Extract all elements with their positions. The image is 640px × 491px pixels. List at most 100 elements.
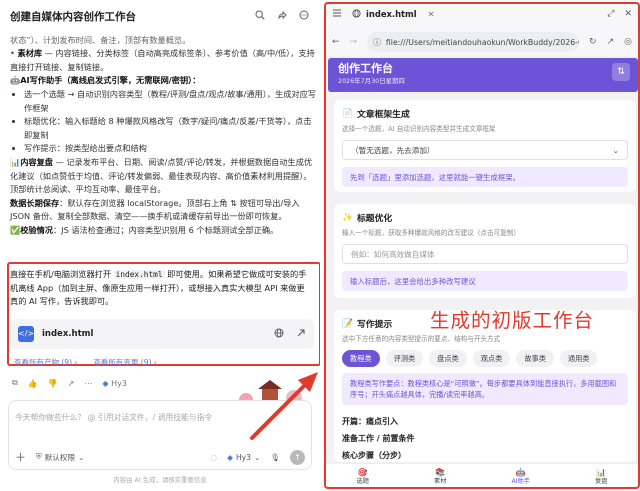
outline-item: 准备工作 / 前置条件 [342,434,415,443]
ai-heading-text: AI写作助手（离线启发式引擎，无需联网/密钥）： [20,75,201,86]
add-icon[interactable]: ＋ [15,449,26,465]
bottom-nav: 🎯 选题 📚 素材 🤖 AI助手 📊 复盘 [324,463,640,489]
message-actions: ⧉ 👍 👎 ↗ ⋯ ◆ Hy3 [12,378,127,388]
ai-bullets: 选一个选题 → 自动识别内容类型（教程/评测/盘点/观点/故事/通用），生成对应… [24,88,316,156]
list-item: 写作提示：按类型给出要点和结构 [24,142,316,156]
writing-outline: 开篇：痛点引入 准备工作 / 前置条件 核心步骤（分步） [342,413,628,462]
robot-icon: 🤖 [515,467,526,477]
model-selector[interactable]: ◆ Hy3 ⌄ [227,453,260,462]
sparkle-icon: ✨ [342,212,353,223]
copy-icon[interactable]: ⧉ [12,378,18,388]
chip-roundup[interactable]: 盘点类 [429,350,467,367]
material-line: • 素材库 — 内容链接、分类标签（自动高亮成标签条）、参考价值（高/中/低），… [10,48,315,72]
import-export-button[interactable]: ⇅ [612,63,630,81]
nav-review[interactable]: 📊 复盘 [595,468,607,486]
nav-label: 素材 [434,477,447,485]
nav-label: AI助手 [511,477,530,485]
outline-item: 开篇：痛点引入 [342,417,398,426]
expand-icon[interactable]: ⤢ [607,9,614,19]
nav-ai-assistant[interactable]: 🤖 AI助手 [512,468,530,486]
share-icon[interactable]: ↗ [607,37,615,47]
check-icon: ✅ [10,224,21,235]
app-title: 创作工作台 [338,62,393,75]
url-field[interactable]: ⓘ file:///Users/meitiandouhaokun/WorkBud… [367,32,580,52]
app-header: 创作工作台 2026年7月30日星期四 ⇅ [328,58,638,92]
tab-title: index.html [366,9,417,19]
nav-label: 选题 [356,477,369,485]
framework-desc: 选择一个选题，AI 自动识别内容类型并生成文章框架 [342,125,496,133]
browser-tabbar: index.html ✕ ⤢ ✕ [324,0,640,28]
robot-icon: 🤖 [10,75,21,86]
chat-titlebar: 创建自媒体内容创作工作台 [0,0,320,32]
thumbs-up-icon[interactable]: 👍 [28,379,38,388]
share-icon[interactable] [276,10,288,23]
thumbs-down-icon[interactable]: 👎 [48,379,58,388]
sidebar-toggle-icon[interactable] [332,8,342,20]
app-date: 2026年7月30日星期四 [338,77,405,85]
model-selector-label: Hy3 [235,452,251,462]
view-changes-link[interactable]: 查看所有变更 (9) › [93,357,156,368]
model-name: Hy3 [111,378,127,388]
title-opt-tip: 输入标题后，这里会给出多种改写建议 [342,271,628,291]
chat-input[interactable]: 今天帮你做些什么？ @ 引用对话文件，/ 调用技能与指令 [15,412,212,423]
artifact-links: 查看所有产物 (9) › 查看所有变更 (9) › [14,357,157,368]
books-icon: 📚 [435,467,446,477]
review-label: 内容复盘 [20,156,53,167]
ai-heading: 🤖AI写作助手（离线启发式引擎，无需联网/密钥）： [10,74,316,88]
chip-story[interactable]: 故事类 [516,350,554,367]
model-icon: ◆ [102,378,109,388]
nav-materials[interactable]: 📚 素材 [434,468,446,486]
framework-title: 文章框架生成 [356,110,410,120]
framework-tip: 先到「选题」里添加选题，这里就能一键生成框架。 [342,167,628,187]
list-item: 选一个选题 → 自动识别内容类型（教程/评测/盘点/观点/故事/通用），生成对应… [24,88,316,115]
annotation-label: 生成的初版工作台 [430,309,595,332]
framework-card: 📄 文章框架生成 选择一个选题，AI 自动识别内容类型并生成文章框架 （暂无选题，… [334,100,636,192]
forward-icon[interactable]: → [350,37,358,47]
chip-tutorial[interactable]: 教程类 [342,350,380,367]
verify-text: ：JS 语法检查通过；内容类型识别用 6 个标题测试全部正确。 [52,224,279,235]
globe-icon[interactable]: ◎ [624,37,632,47]
chip-opinion[interactable]: 观点类 [472,350,511,367]
more-icon[interactable] [298,10,310,23]
send-button[interactable]: ↑ [290,449,305,465]
writing-title: 写作提示 [356,320,393,330]
reload-icon[interactable]: ↻ [589,37,597,47]
close-icon[interactable]: ✕ [428,9,435,19]
chat-title: 创建自媒体内容创作工作台 [10,10,136,23]
browser-panel: index.html ✕ ⤢ ✕ ← → ⓘ file:///Users/mei… [324,0,640,491]
outline-item: 核心步骤（分步） [342,451,406,460]
permission-label: 默认权限 [44,452,76,462]
microphone-icon[interactable]: 🎙 [270,453,280,462]
search-icon[interactable] [254,9,266,23]
review-text: — 记录发布平台、日期、阅读/点赞/评论/转发，并根据数据自动生成优化建议（如点… [10,156,313,195]
model-icon: ◆ [227,452,233,462]
writing-tip: 教程类写作要点：教程类核心是“可照做”。每步都要具体到能直接执行，多用截图和序号… [342,373,628,405]
chart-icon: 📊 [596,467,607,477]
ai-disclaimer: 内容由 AI 生成，请核实重要信息 [113,476,207,484]
chip-review[interactable]: 评测类 [385,350,424,367]
chart-icon: 📊 [10,156,21,167]
content-type-chips: 教程类 评测类 盘点类 观点类 故事类 通用类 [342,350,628,367]
more-icon[interactable]: ⋯ [84,379,92,388]
material-label: 素材库 [17,48,43,59]
chevron-down-icon: ⌄ [78,452,85,462]
target-icon: 🎯 [357,467,368,477]
chip-general[interactable]: 通用类 [559,350,598,367]
browser-tab[interactable]: index.html ✕ [352,8,435,20]
address-bar: ← → ⓘ file:///Users/meitiandouhaokun/Wor… [324,28,640,56]
permission-selector[interactable]: ⛨ 默认权限 ⌄ [36,452,84,463]
model-badge: ◆ Hy3 [102,379,127,388]
title-input[interactable]: 例如：如何高效做自媒体 [342,244,628,264]
view-artifacts-link[interactable]: 查看所有产物 (9) › [14,357,77,368]
share-icon[interactable]: ↗ [68,379,75,388]
nav-label: 复盘 [595,477,608,485]
verify-label: 校验情况 [20,224,53,235]
loading-icon: ◌ [210,452,218,462]
highlight-annotation-box [7,262,320,366]
nav-topics[interactable]: 🎯 选题 [357,468,369,486]
review-line: 📊内容复盘 — 记录发布平台、日期、阅读/点赞/评论/转发，并根据数据自动生成优… [10,156,316,197]
topic-select-value: （暂无选题，先去添加） [351,145,435,155]
back-icon[interactable]: ← [332,37,340,47]
topic-select[interactable]: （暂无选题，先去添加） ⌄ [342,140,628,160]
close-icon[interactable]: ✕ [624,9,632,19]
